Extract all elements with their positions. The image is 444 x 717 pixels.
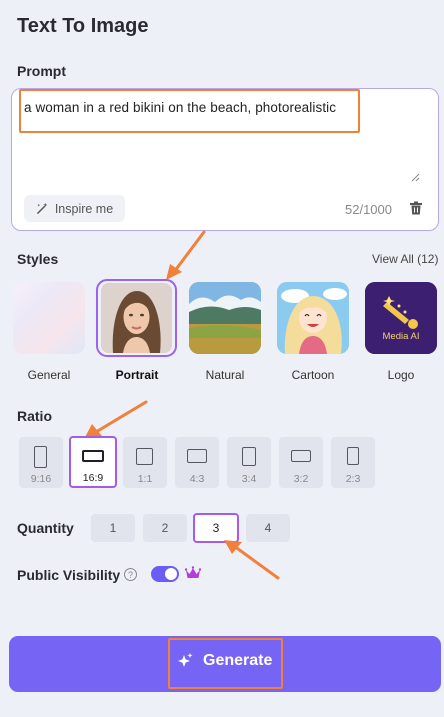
public-visibility-label: Public Visibility bbox=[17, 567, 121, 583]
ratio-9-16-icon bbox=[34, 446, 47, 468]
ratio-label-9-16: 9:16 bbox=[30, 473, 52, 485]
ratio-option-4-3[interactable]: 4:3 bbox=[175, 437, 219, 488]
ratio-option-2-3[interactable]: 2:3 bbox=[331, 437, 375, 488]
ratio-label-2-3: 2:3 bbox=[345, 473, 361, 485]
public-visibility-toggle[interactable] bbox=[151, 566, 179, 582]
ratio-4-3-icon bbox=[187, 449, 207, 463]
style-label-general: General bbox=[27, 368, 71, 382]
style-card-portrait[interactable] bbox=[101, 283, 172, 353]
ratio-option-16-9[interactable]: 16:9 bbox=[69, 436, 117, 488]
ratio-16-9-icon bbox=[82, 450, 104, 462]
natural-thumbnail-image bbox=[189, 282, 261, 354]
ratio-label-3-4: 3:4 bbox=[241, 473, 257, 485]
ratio-label-3-2: 3:2 bbox=[293, 473, 309, 485]
style-label-natural: Natural bbox=[205, 368, 245, 382]
quantity-label: Quantity bbox=[17, 520, 74, 536]
ratio-option-9-16[interactable]: 9:16 bbox=[19, 437, 63, 488]
ratio-1-1-icon bbox=[136, 448, 153, 465]
ratio-2-3-icon bbox=[347, 447, 359, 465]
quantity-option-2[interactable]: 2 bbox=[143, 514, 187, 542]
trash-icon[interactable] bbox=[409, 201, 423, 215]
generate-content[interactable]: Generate bbox=[176, 652, 272, 670]
inspire-me-button[interactable]: Inspire me bbox=[24, 195, 125, 222]
style-label-logo: Logo bbox=[387, 368, 415, 382]
ratio-3-2-icon bbox=[291, 450, 311, 462]
portrait-thumbnail-image bbox=[101, 283, 172, 353]
quantity-option-1[interactable]: 1 bbox=[91, 514, 135, 542]
resize-handle-icon[interactable] bbox=[410, 172, 420, 182]
view-all-link[interactable]: View All (12) bbox=[372, 252, 438, 266]
styles-label: Styles bbox=[17, 251, 59, 267]
style-card-cartoon[interactable] bbox=[277, 282, 349, 354]
ratio-label-4-3: 4:3 bbox=[189, 473, 205, 485]
inspire-me-label: Inspire me bbox=[54, 201, 114, 216]
style-label-cartoon: Cartoon bbox=[291, 368, 335, 382]
crown-icon bbox=[185, 566, 201, 578]
style-card-logo[interactable]: Media AI bbox=[365, 282, 437, 354]
sparkle-icon bbox=[178, 653, 193, 667]
help-icon[interactable]: ? bbox=[124, 568, 137, 581]
logo-thumbnail-text: Media AI bbox=[382, 331, 420, 342]
ratio-option-1-1[interactable]: 1:1 bbox=[123, 437, 167, 488]
toggle-knob bbox=[165, 568, 177, 580]
character-counter: 52/1000 bbox=[345, 202, 392, 217]
cartoon-thumbnail-image bbox=[277, 282, 349, 354]
style-card-general[interactable] bbox=[13, 282, 85, 354]
ratio-option-3-2[interactable]: 3:2 bbox=[279, 437, 323, 488]
generate-label: Generate bbox=[203, 652, 273, 669]
logo-thumbnail-image bbox=[365, 282, 437, 354]
style-card-natural[interactable] bbox=[189, 282, 261, 354]
ratio-label: Ratio bbox=[17, 408, 52, 424]
prompt-label: Prompt bbox=[17, 63, 66, 79]
prompt-text[interactable]: a woman in a red bikini on the beach, ph… bbox=[24, 100, 336, 115]
page-title: Text To Image bbox=[17, 15, 149, 37]
ratio-label-16-9: 16:9 bbox=[82, 472, 104, 484]
style-label-portrait: Portrait bbox=[115, 368, 159, 382]
ratio-option-3-4[interactable]: 3:4 bbox=[227, 437, 271, 488]
annotation-arrow-portrait bbox=[166, 230, 206, 280]
magic-wand-icon bbox=[36, 202, 48, 214]
annotation-arrow-quantity bbox=[224, 540, 280, 580]
ratio-3-4-icon bbox=[242, 447, 256, 466]
ratio-label-1-1: 1:1 bbox=[137, 473, 153, 485]
